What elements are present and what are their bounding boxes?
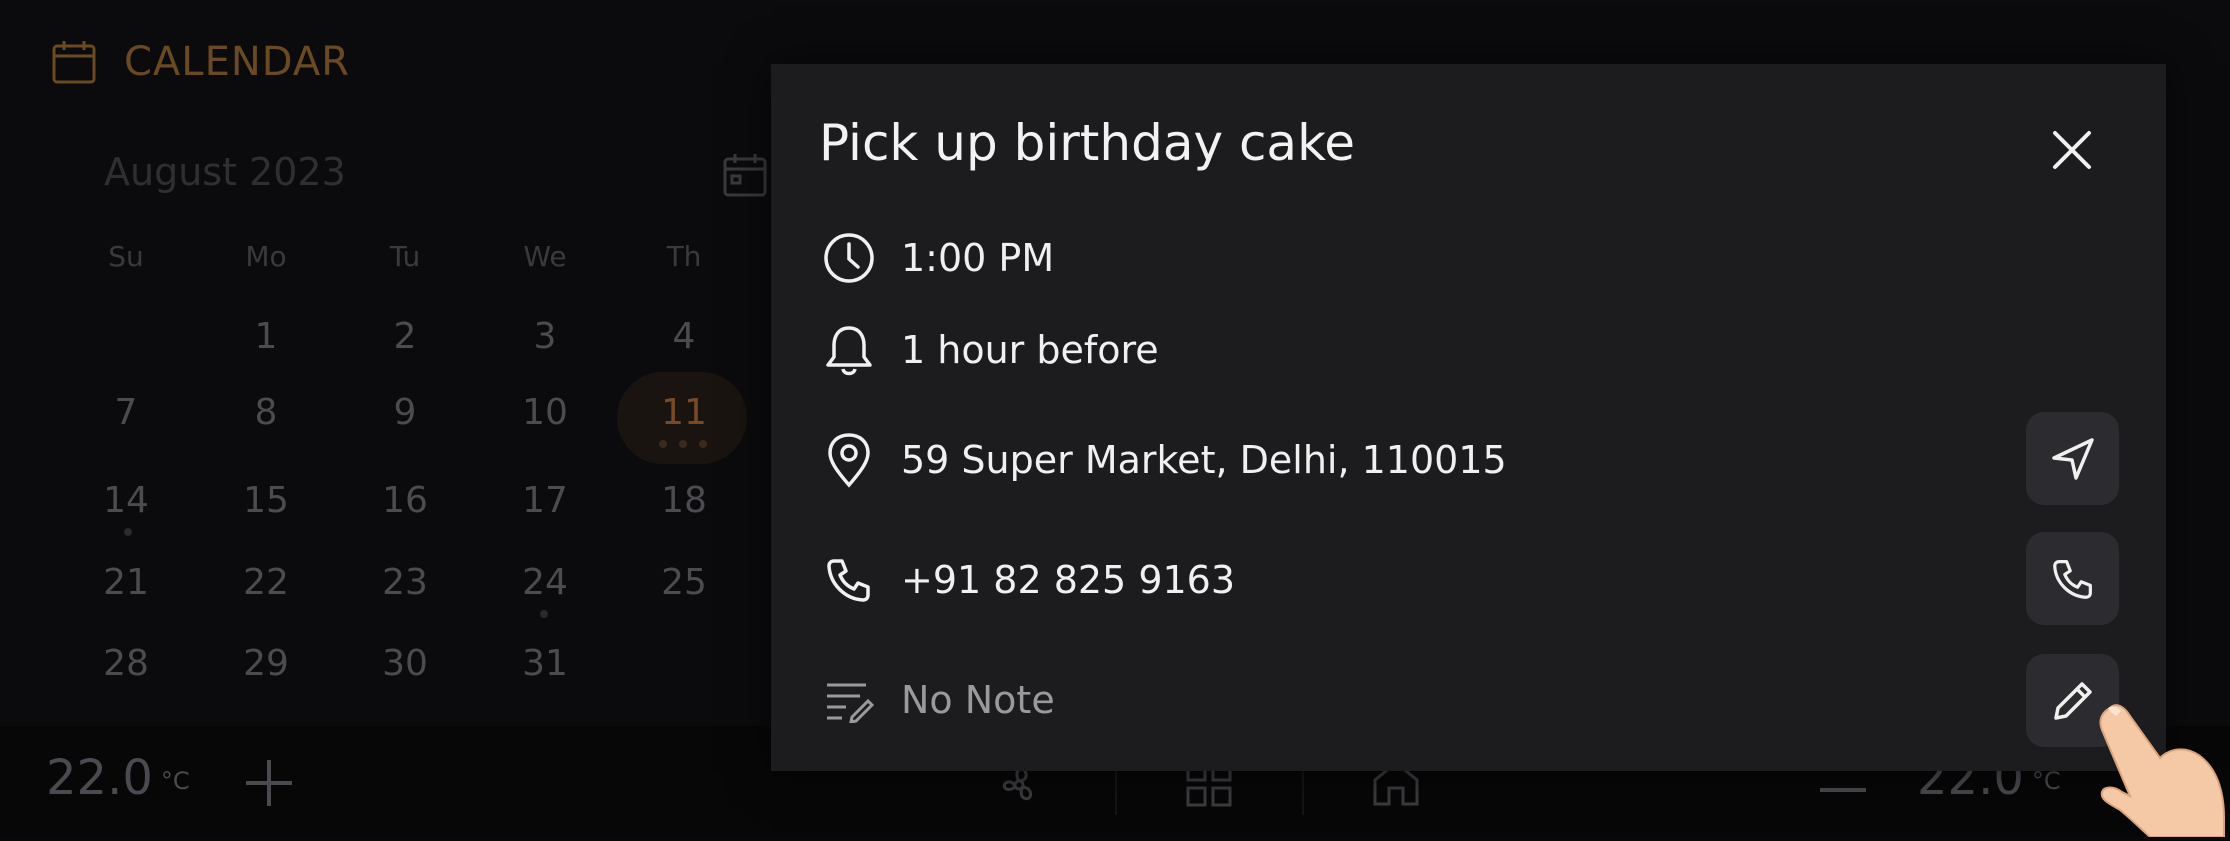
day-cell[interactable]: 15 — [226, 480, 306, 521]
day-cell[interactable]: 3 — [505, 316, 585, 357]
month-label: August 2023 — [104, 150, 346, 194]
event-reminder: 1 hour before — [901, 328, 1159, 372]
event-note: No Note — [901, 678, 1055, 722]
app-title: CALENDAR — [124, 39, 351, 85]
event-detail-dialog: Pick up birthday cake 1:00 PM 1 hour bef… — [771, 64, 2166, 771]
day-cell[interactable]: 7 — [86, 392, 166, 433]
weekday-mo: Mo — [245, 240, 287, 273]
tap-hand-icon — [2090, 700, 2230, 841]
event-phone: +91 82 825 9163 — [901, 558, 1236, 602]
event-time: 1:00 PM — [901, 236, 1055, 280]
note-icon — [819, 670, 879, 730]
day-cell[interactable]: 31 — [505, 643, 585, 684]
left-temperature: 22.0 °C — [46, 750, 190, 806]
day-cell[interactable]: 2 — [365, 316, 445, 357]
day-cell[interactable]: 21 — [86, 562, 166, 603]
calendar-icon — [50, 38, 98, 86]
event-dot — [699, 440, 707, 448]
left-temp-unit: °C — [160, 767, 190, 795]
event-phone-row: +91 82 825 9163 — [819, 550, 1235, 610]
day-cell[interactable]: 18 — [644, 480, 724, 521]
increase-temp-icon[interactable] — [244, 758, 294, 812]
event-location: 59 Super Market, Delhi, 110015 — [901, 438, 1507, 482]
close-icon — [2053, 131, 2091, 169]
day-cell[interactable]: 10 — [505, 392, 585, 433]
event-reminder-row: 1 hour before — [819, 320, 1159, 380]
event-dot — [679, 440, 687, 448]
day-cell[interactable]: 24 — [505, 562, 585, 603]
day-cell[interactable]: 25 — [644, 562, 724, 603]
navigate-icon — [2051, 437, 2094, 480]
weekday-su: Su — [108, 240, 144, 273]
navigate-button[interactable] — [2026, 412, 2119, 505]
event-dot — [540, 610, 548, 618]
day-cell[interactable]: 9 — [365, 392, 445, 433]
calendar-picker-icon[interactable] — [722, 152, 768, 202]
bell-icon — [819, 320, 879, 380]
day-cell[interactable]: 1 — [226, 316, 306, 357]
event-dot — [124, 528, 132, 536]
phone-icon — [2052, 559, 2092, 599]
pencil-icon — [2053, 681, 2092, 720]
calendar-header: CALENDAR — [50, 38, 350, 86]
day-cell[interactable]: 28 — [86, 643, 166, 684]
event-dot — [659, 440, 667, 448]
day-cell[interactable]: 29 — [226, 643, 306, 684]
day-cell[interactable]: 16 — [365, 480, 445, 521]
day-cell[interactable]: 4 — [644, 316, 724, 357]
weekday-we: We — [523, 240, 567, 273]
day-cell-today[interactable]: 11 — [644, 392, 724, 433]
day-cell[interactable]: 23 — [365, 562, 445, 603]
weekday-tu: Tu — [389, 240, 421, 273]
day-cell[interactable]: 30 — [365, 643, 445, 684]
call-button[interactable] — [2026, 532, 2119, 625]
weekday-th: Th — [666, 240, 702, 273]
location-pin-icon — [819, 430, 879, 490]
day-cell[interactable]: 22 — [226, 562, 306, 603]
right-temp-unit: °C — [2031, 767, 2061, 795]
clock-icon — [819, 228, 879, 288]
close-button[interactable] — [2042, 120, 2102, 180]
phone-icon — [819, 550, 879, 610]
event-note-row: No Note — [819, 670, 1055, 730]
event-time-row: 1:00 PM — [819, 228, 1054, 288]
event-location-row: 59 Super Market, Delhi, 110015 — [819, 430, 1507, 490]
left-temp-value: 22.0 — [46, 750, 153, 806]
day-cell[interactable]: 14 — [86, 480, 166, 521]
screen: CALENDAR August 2023 Su Mo Tu We Th 1 2 … — [0, 0, 2230, 838]
day-cell[interactable]: 8 — [226, 392, 306, 433]
decrease-temp-icon[interactable] — [1818, 780, 1868, 799]
event-title: Pick up birthday cake — [819, 114, 1356, 172]
day-cell[interactable]: 17 — [505, 480, 585, 521]
